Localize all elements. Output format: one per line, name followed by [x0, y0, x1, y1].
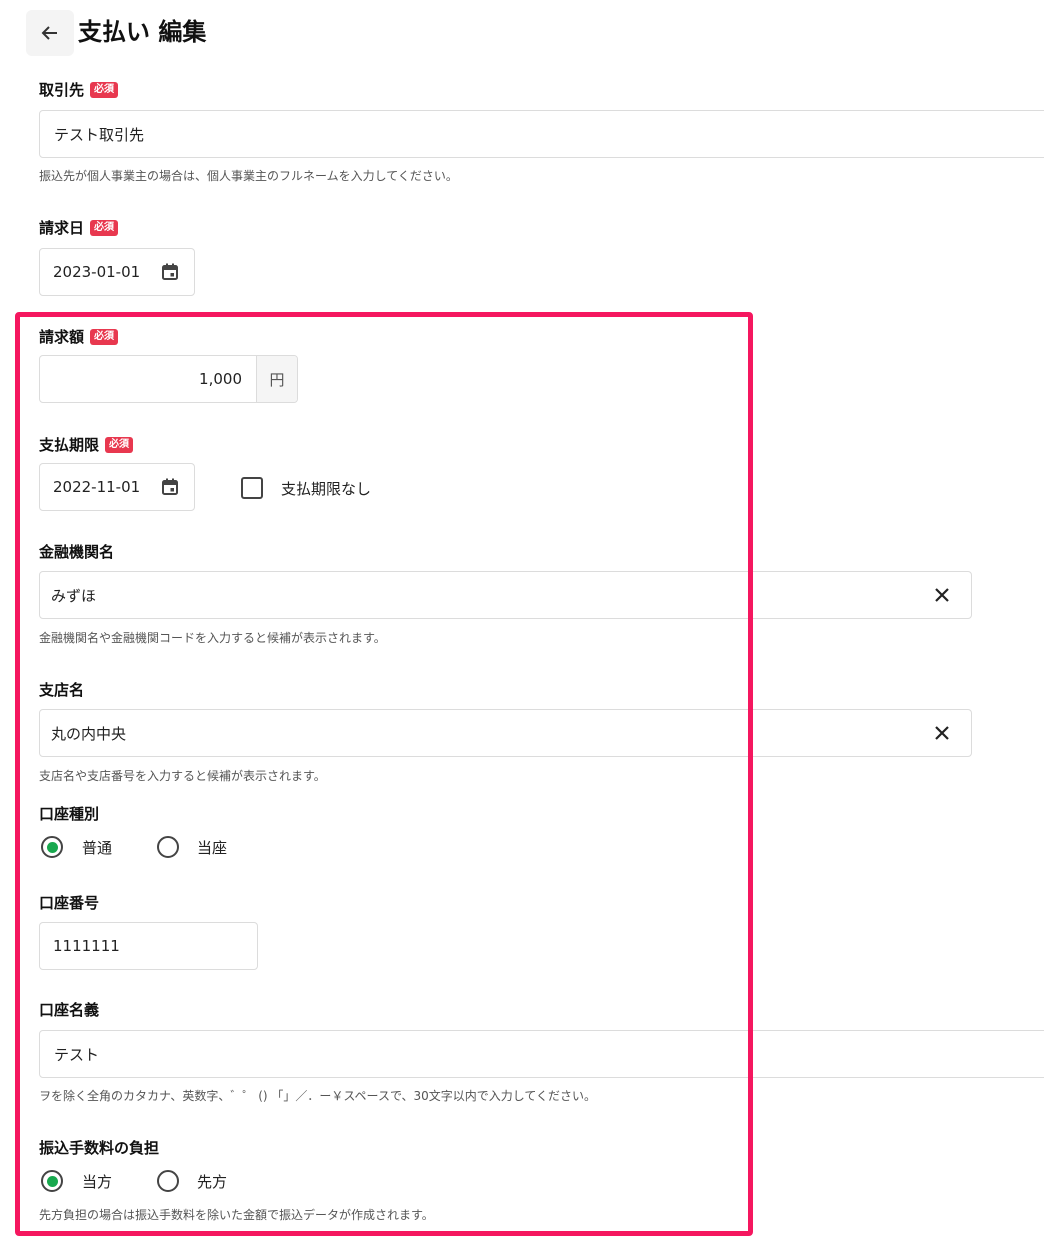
account-number-label: 口座番号 [39, 894, 100, 912]
account-type-option-label: 普通 [82, 839, 113, 857]
account-type-radio-futsu[interactable] [41, 836, 63, 858]
currency-unit: 円 [256, 356, 297, 402]
branch-label: 支店名 [39, 681, 85, 699]
bank-help: 金融機関名や金融機関コードを入力すると候補が表示されます。 [39, 631, 386, 645]
close-icon[interactable] [933, 724, 951, 742]
partner-help: 振込先が個人事業主の場合は、個人事業主のフルネームを入力してください。 [39, 169, 458, 183]
fee-bearer-help: 先方負担の場合は振込手数料を除いた金額で振込データが作成されます。 [39, 1208, 434, 1222]
fee-bearer-label: 振込手数料の負担 [39, 1139, 160, 1157]
required-badge: 必須 [90, 82, 119, 98]
due-date-input[interactable]: 2022-11-01 [39, 463, 195, 511]
partner-label: 取引先 必須 [39, 80, 119, 100]
branch-input[interactable]: 丸の内中央 [39, 709, 972, 757]
account-holder-label: 口座名義 [39, 1001, 100, 1019]
fee-bearer-radio-self[interactable] [41, 1170, 63, 1192]
account-holder-input[interactable]: テスト [39, 1030, 1044, 1078]
account-holder-help: ヲを除く全角のカタカナ、英数字、゛゜ () 「」／．ー￥スペースで、30文字以内… [39, 1089, 597, 1103]
invoice-date-label: 請求日 必須 [39, 218, 119, 238]
calendar-icon[interactable] [158, 475, 182, 499]
close-icon[interactable] [933, 586, 951, 604]
fee-bearer-radio-recipient[interactable] [157, 1170, 179, 1192]
back-button[interactable] [26, 10, 74, 56]
arrow-left-icon [41, 26, 57, 40]
account-type-option-label: 当座 [197, 839, 228, 857]
no-deadline-checkbox[interactable] [241, 477, 263, 499]
invoice-date-input[interactable]: 2023-01-01 [39, 248, 195, 296]
no-deadline-label: 支払期限なし [281, 480, 372, 498]
fee-bearer-option-label: 当方 [82, 1173, 113, 1191]
branch-help: 支店名や支店番号を入力すると候補が表示されます。 [39, 769, 326, 783]
due-date-label: 支払期限 必須 [39, 435, 134, 455]
account-type-radio-toza[interactable] [157, 836, 179, 858]
amount-label: 請求額 必須 [39, 327, 119, 347]
calendar-icon[interactable] [158, 260, 182, 284]
required-badge: 必須 [90, 220, 119, 236]
amount-input[interactable]: 1,000 円 [39, 355, 298, 403]
page-title: 支払い 編集 [78, 18, 207, 46]
amount-value: 1,000 [199, 370, 242, 388]
bank-input[interactable]: みずほ [39, 571, 972, 619]
fee-bearer-option-label: 先方 [197, 1173, 228, 1191]
account-type-label: 口座種別 [39, 805, 100, 823]
bank-label: 金融機関名 [39, 543, 115, 561]
required-badge: 必須 [90, 329, 119, 345]
account-number-input[interactable]: 1111111 [39, 922, 258, 970]
required-badge: 必須 [105, 437, 134, 453]
partner-input[interactable]: テスト取引先 [39, 110, 1044, 158]
